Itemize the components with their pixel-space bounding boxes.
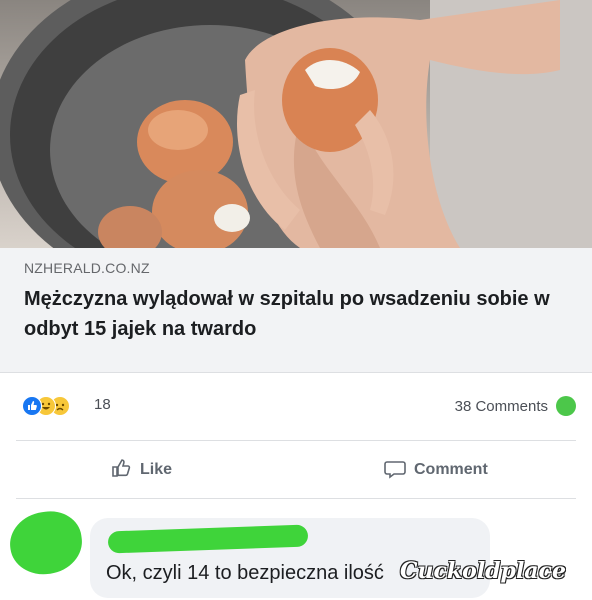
comment-bubble-icon (384, 457, 406, 484)
link-headline[interactable]: Mężczyzna wylądował w szpitalu po wsadze… (24, 284, 584, 344)
watermark-text: Cuckoldplace (400, 558, 566, 584)
status-dot-icon (556, 396, 576, 416)
like-button[interactable]: Like (110, 455, 172, 485)
censored-avatar[interactable] (6, 507, 86, 579)
divider (16, 498, 576, 499)
link-preview[interactable]: NZHERALD.CO.NZ Mężczyzna wylądował w szp… (0, 248, 592, 373)
article-photo[interactable] (0, 0, 592, 248)
comments-count-link[interactable]: 38 Comments (455, 398, 548, 415)
comment-label: Comment (414, 461, 488, 478)
thumbs-up-icon (110, 457, 132, 484)
watermark-logo: Cuckoldplace (400, 558, 590, 594)
reaction-count: 18 (94, 396, 111, 413)
comment-button[interactable]: Comment (384, 455, 488, 485)
eggs-image (0, 0, 592, 248)
link-domain: NZHERALD.CO.NZ (24, 260, 150, 276)
like-label: Like (140, 461, 173, 478)
post-stats: 18 38 Comments (0, 390, 592, 420)
comment-text: Ok, czyli 14 to bezpieczna ilość (106, 562, 384, 584)
like-reaction-icon (22, 396, 42, 416)
censored-commenter-name[interactable] (107, 524, 309, 554)
divider (16, 440, 576, 441)
